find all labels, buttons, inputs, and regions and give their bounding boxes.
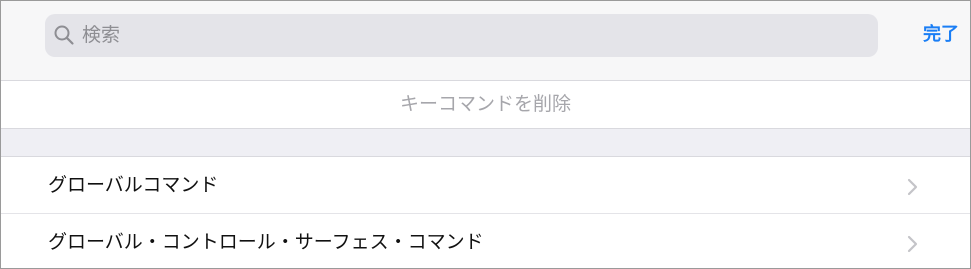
done-button[interactable]: 完了 bbox=[923, 23, 959, 47]
section-separator bbox=[1, 129, 970, 157]
list-item-label: グローバル・コントロール・サーフェス・コマンド bbox=[48, 231, 484, 253]
list-item-global-control-surface-commands[interactable]: グローバル・コントロール・サーフェス・コマンド bbox=[1, 213, 970, 268]
search-input[interactable]: 検索 bbox=[45, 14, 878, 57]
search-icon bbox=[54, 25, 74, 45]
chevron-right-icon bbox=[907, 178, 918, 196]
command-list: グローバルコマンド グローバル・コントロール・サーフェス・コマンド bbox=[1, 157, 970, 268]
key-command-editor: 検索 完了 キーコマンドを削除 グローバルコマンド グローバル・コントロール・サ… bbox=[0, 0, 971, 269]
list-item-global-commands[interactable]: グローバルコマンド bbox=[1, 157, 970, 213]
search-bar: 検索 完了 bbox=[1, 1, 970, 81]
delete-key-command-label: キーコマンドを削除 bbox=[399, 93, 571, 115]
list-item-label: グローバルコマンド bbox=[48, 174, 219, 196]
search-placeholder: 検索 bbox=[82, 24, 121, 46]
delete-key-command-button[interactable]: キーコマンドを削除 bbox=[1, 81, 970, 129]
chevron-right-icon bbox=[907, 235, 918, 253]
